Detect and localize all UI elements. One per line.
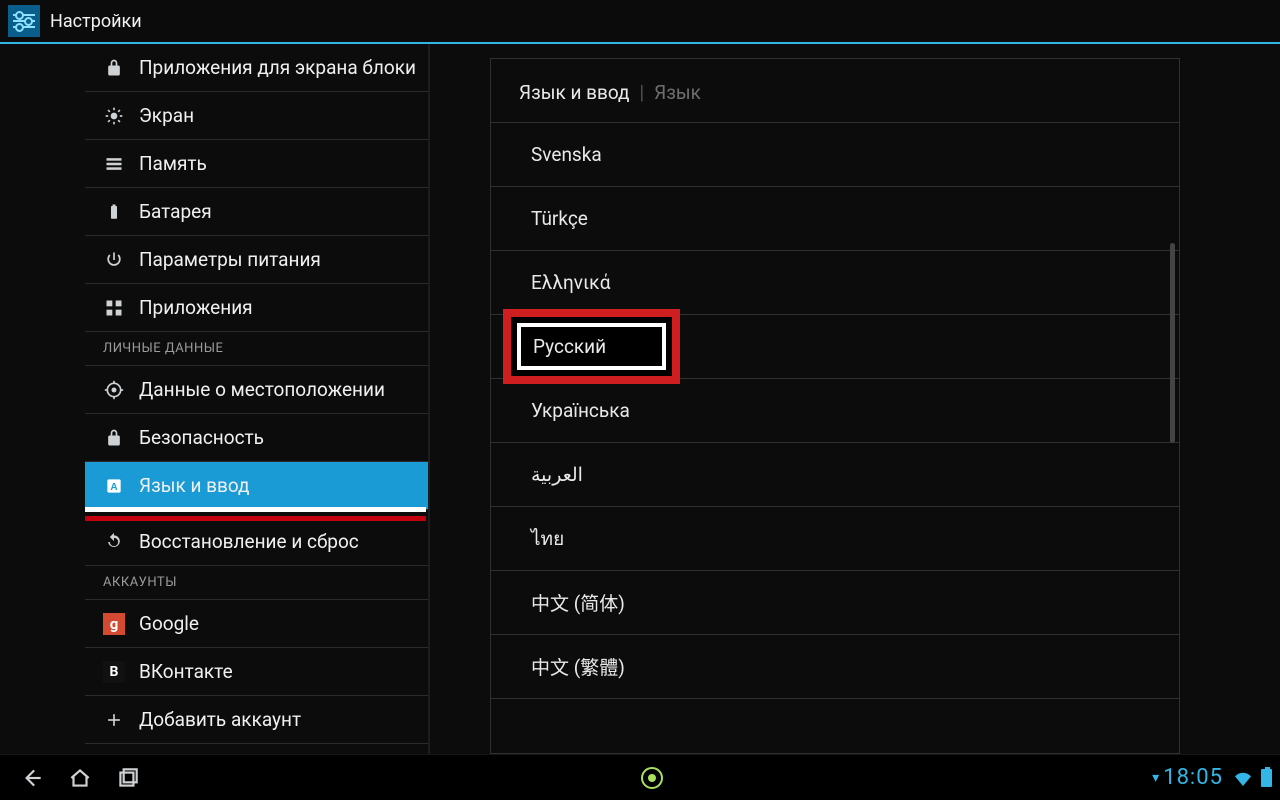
sidebar-section-accounts: АККАУНТЫ (85, 566, 428, 600)
sidebar-item-location[interactable]: Данные о местоположении (85, 366, 428, 414)
nav-back-button[interactable] (8, 759, 56, 797)
sidebar-item-label: Google (139, 612, 199, 635)
breadcrumb: Язык и ввод | Язык (491, 59, 1179, 123)
sidebar-item-security[interactable]: Безопасность (85, 414, 428, 462)
sidebar-item-label: Данные о местоположении (139, 378, 385, 401)
battery-status-icon (1261, 769, 1272, 787)
voice-search-icon[interactable] (641, 767, 663, 789)
lock-icon (103, 57, 125, 79)
annotation-underline-red (85, 516, 426, 521)
add-icon (103, 709, 125, 731)
backup-icon (103, 531, 125, 553)
storage-icon (103, 153, 125, 175)
language-label: 中文 (繁體) (531, 653, 625, 680)
sidebar-item-label: Батарея (139, 200, 212, 223)
sidebar-section-personal: ЛИЧНЫЕ ДАННЫЕ (85, 332, 428, 366)
location-icon (103, 379, 125, 401)
nav-recent-button[interactable] (104, 759, 152, 797)
titlebar: Настройки (0, 0, 1280, 42)
language-option-highlighted[interactable]: Русский (491, 315, 1179, 379)
sidebar-item-label: Экран (139, 104, 194, 127)
sidebar-item-lockscreen-apps[interactable]: Приложения для экрана блоки (85, 44, 428, 92)
language-label: العربية (531, 463, 583, 486)
sidebar-item-storage[interactable]: Память (85, 140, 428, 188)
status-clock[interactable]: 18:05 (1163, 765, 1223, 790)
battery-icon (103, 201, 125, 223)
power-icon (103, 249, 125, 271)
language-option[interactable]: ไทย (491, 507, 1179, 571)
sidebar-item-label: Приложения для экрана блоки (139, 56, 416, 79)
vk-icon: B (103, 661, 125, 683)
language-option[interactable]: Ελληνικά (491, 251, 1179, 315)
language-label: ไทย (531, 524, 564, 554)
google-icon: g (103, 613, 125, 635)
language-option[interactable]: Svenska (491, 123, 1179, 187)
screen: Настройки Приложения для экрана блоки Эк… (0, 0, 1280, 800)
apps-icon (103, 297, 125, 319)
annotation-underline-white (85, 507, 426, 512)
language-icon: A (103, 475, 125, 497)
sidebar-item-apps[interactable]: Приложения (85, 284, 428, 332)
sidebar-item-backup-reset[interactable]: Восстановление и сброс (85, 518, 428, 566)
system-navbar: ▾ 18:05 (0, 754, 1280, 800)
sidebar-item-battery[interactable]: Батарея (85, 188, 428, 236)
scrollbar-thumb[interactable] (1170, 243, 1175, 443)
settings-icon (8, 5, 40, 37)
nav-center (152, 767, 1152, 789)
language-list[interactable]: Svenska Türkçe Ελληνικά Русский Українсь… (491, 123, 1179, 753)
language-label: 中文 (简体) (531, 589, 625, 616)
language-panel: Язык и ввод | Язык Svenska Türkçe Ελληνι… (490, 58, 1180, 754)
language-option[interactable]: العربية (491, 443, 1179, 507)
sidebar-item-display[interactable]: Экран (85, 92, 428, 140)
brightness-icon (103, 105, 125, 127)
wifi-icon (1233, 770, 1253, 786)
language-option[interactable]: Українська (491, 379, 1179, 443)
language-label: Svenska (531, 143, 602, 166)
security-lock-icon (103, 427, 125, 449)
language-option[interactable]: 中文 (繁體) (491, 635, 1179, 699)
sidebar-item-label: Язык и ввод (139, 474, 250, 497)
status-icons[interactable] (1233, 769, 1272, 787)
content: Приложения для экрана блоки Экран Память… (0, 44, 1280, 754)
breadcrumb-main: Язык и ввод (519, 81, 630, 104)
language-label: Русский (533, 335, 606, 358)
svg-text:A: A (110, 482, 117, 493)
sidebar-item-power[interactable]: Параметры питания (85, 236, 428, 284)
sidebar-item-label: Добавить аккаунт (139, 708, 301, 731)
breadcrumb-sub: Язык (654, 81, 701, 104)
sidebar-item-label: Память (139, 152, 207, 175)
app-title: Настройки (50, 11, 142, 32)
language-option[interactable]: 中文 (简体) (491, 571, 1179, 635)
language-option[interactable]: Türkçe (491, 187, 1179, 251)
sidebar-item-vk[interactable]: B ВКонтакте (85, 648, 428, 696)
sidebar-item-label: Безопасность (139, 426, 264, 449)
language-label: Türkçe (531, 207, 588, 230)
sidebar-item-google[interactable]: g Google (85, 600, 428, 648)
language-label: Українська (531, 399, 630, 422)
notification-indicator-icon[interactable]: ▾ (1152, 770, 1159, 786)
sidebar-item-label: Восстановление и сброс (139, 530, 359, 553)
sidebar-item-language[interactable]: A Язык и ввод (85, 462, 428, 510)
nav-home-button[interactable] (56, 759, 104, 797)
settings-sidebar[interactable]: Приложения для экрана блоки Экран Память… (0, 44, 430, 754)
sidebar-item-label: Приложения (139, 296, 253, 319)
breadcrumb-separator: | (640, 81, 645, 104)
sidebar-item-label: Параметры питания (139, 248, 321, 271)
detail-pane: Язык и ввод | Язык Svenska Türkçe Ελληνι… (430, 44, 1280, 754)
language-label: Ελληνικά (531, 271, 610, 294)
sidebar-item-add-account[interactable]: Добавить аккаунт (85, 696, 428, 744)
sidebar-item-label: ВКонтакте (139, 660, 233, 683)
annotation-highlight-box: Русский (503, 309, 680, 384)
